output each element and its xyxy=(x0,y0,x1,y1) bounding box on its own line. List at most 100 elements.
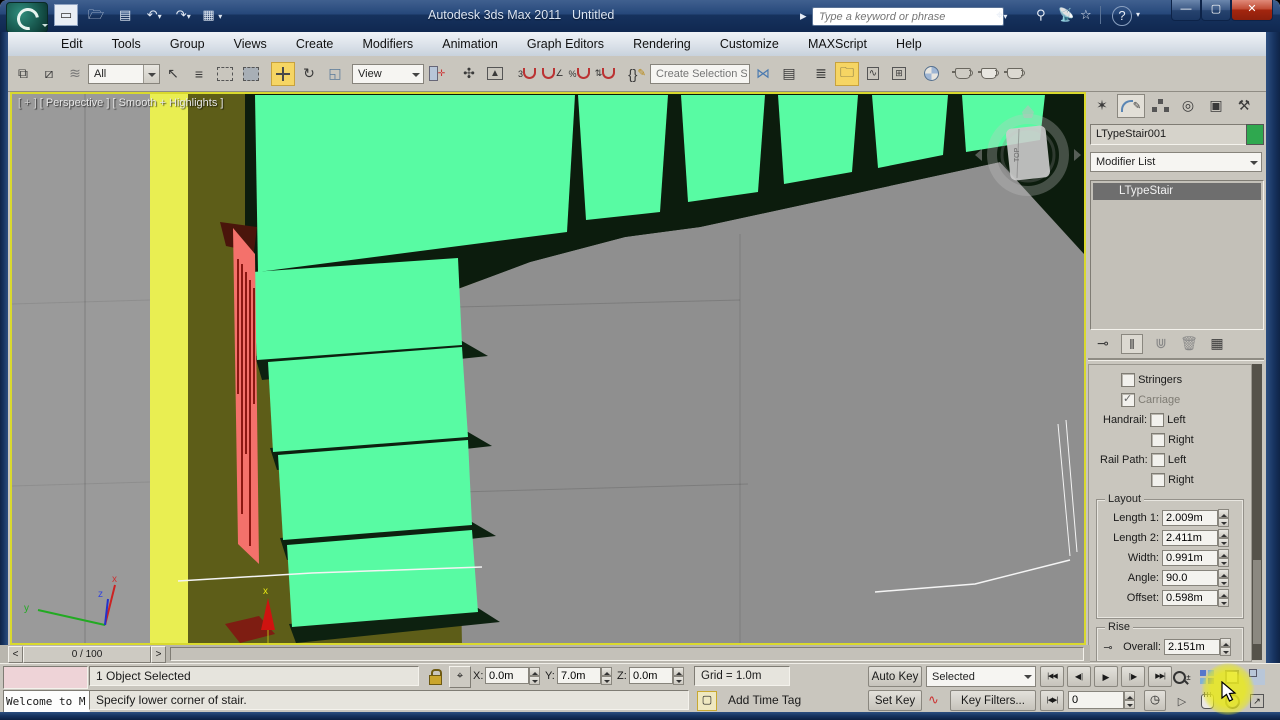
modifier-stack-item[interactable]: LTypeStair xyxy=(1093,183,1261,200)
rail-path-right-checkbox[interactable] xyxy=(1151,473,1165,487)
offset-field[interactable] xyxy=(1162,590,1218,606)
pin-stack-icon[interactable]: ⊸ xyxy=(1093,334,1113,352)
menu-rendering[interactable]: Rendering xyxy=(620,32,704,56)
keyboard-shortcut-override-icon[interactable]: ▲ xyxy=(483,62,507,86)
maxscript-listener-pink[interactable] xyxy=(3,666,88,689)
select-object-icon[interactable]: ↖ xyxy=(161,62,185,86)
menu-customize[interactable]: Customize xyxy=(707,32,792,56)
use-pivot-point-center-icon[interactable]: ✛ xyxy=(425,62,449,86)
select-and-manipulate-icon[interactable]: ✣ xyxy=(457,62,481,86)
favorites-star-icon[interactable]: ☆ xyxy=(1080,7,1092,23)
set-key-button[interactable]: Set Key xyxy=(868,690,922,711)
window-crossing-icon[interactable] xyxy=(239,62,263,86)
rectangular-selection-region-icon[interactable] xyxy=(213,62,237,86)
mirror-icon[interactable]: ⋈ xyxy=(751,62,775,86)
add-time-tag[interactable]: Add Time Tag xyxy=(722,691,832,709)
rise-pin-icon[interactable]: ⊸ xyxy=(1100,639,1116,655)
new-scene-icon[interactable]: ▭ xyxy=(54,4,78,26)
material-editor-icon[interactable] xyxy=(919,62,943,86)
select-and-move-icon[interactable] xyxy=(271,61,295,86)
overall-spinner[interactable] xyxy=(1220,638,1231,656)
menu-create[interactable]: Create xyxy=(283,32,347,56)
play-button[interactable]: ▶ xyxy=(1094,666,1118,687)
align-icon[interactable]: ▤ xyxy=(777,62,801,86)
redo-icon[interactable]: ↷▾ xyxy=(172,5,194,25)
subscription-satellite-icon[interactable]: 📡 xyxy=(1058,7,1074,23)
previous-frame-button[interactable]: ◀| xyxy=(1067,666,1091,687)
menu-animation[interactable]: Animation xyxy=(429,32,511,56)
offset-spinner[interactable] xyxy=(1218,589,1229,607)
schematic-view-icon[interactable]: ⊞ xyxy=(887,62,911,86)
project-folder-icon[interactable]: ▦ ▾ xyxy=(201,5,223,25)
select-by-name-icon[interactable]: ≡ xyxy=(187,62,211,86)
modifier-stack[interactable]: LTypeStair xyxy=(1090,180,1264,330)
handrail-left-checkbox[interactable] xyxy=(1150,413,1165,427)
viewport-pov-menu[interactable]: [ Perspective ] xyxy=(40,97,110,109)
scrollbar-thumb[interactable] xyxy=(1253,560,1261,644)
viewport-canvas[interactable]: x x y z TOP xyxy=(11,94,1086,645)
search-jump-icon[interactable]: ▸ xyxy=(800,8,807,24)
width-spinner[interactable] xyxy=(1218,549,1229,567)
z-spinner[interactable] xyxy=(673,667,684,685)
bind-to-space-warp-icon[interactable]: ≋ xyxy=(63,62,87,86)
track-bar[interactable] xyxy=(170,647,1084,661)
zoom-icon[interactable]: ± xyxy=(1171,666,1193,688)
open-file-icon[interactable]: 🗁 xyxy=(85,5,107,25)
close-button[interactable]: ✕ xyxy=(1231,0,1273,21)
menu-modifiers[interactable]: Modifiers xyxy=(349,32,426,56)
perspective-viewport[interactable]: x x y z TOP [+] [Perspective] [Smoo… xyxy=(10,92,1086,645)
select-and-link-icon[interactable]: ⧉ xyxy=(11,62,35,86)
x-spinner[interactable] xyxy=(529,667,540,685)
layer-manager-icon[interactable]: ≣ xyxy=(809,62,833,86)
help-icon[interactable]: ? xyxy=(1112,6,1132,26)
x-coordinate-field[interactable] xyxy=(485,667,529,684)
next-frame-button[interactable]: |▶ xyxy=(1121,666,1145,687)
menu-tools[interactable]: Tools xyxy=(99,32,154,56)
menu-group[interactable]: Group xyxy=(157,32,218,56)
undo-icon[interactable]: ↶▾ xyxy=(143,5,165,25)
viewport-label[interactable]: [ + ] [ Perspective ] [ Smooth + Highlig… xyxy=(18,97,223,109)
field-of-view-icon[interactable]: ▷ xyxy=(1171,690,1193,712)
save-file-icon[interactable]: ▤ xyxy=(114,5,136,25)
key-mode-dropdown[interactable]: Selected xyxy=(926,666,1036,687)
current-frame-field[interactable] xyxy=(1068,691,1124,709)
unlink-selection-icon[interactable]: ⧄ xyxy=(37,62,61,86)
remove-modifier-icon[interactable]: 🗑 xyxy=(1179,334,1199,352)
named-selection-set-combobox[interactable] xyxy=(650,63,750,84)
new-key-curve-icon[interactable]: ∿ xyxy=(928,692,946,710)
carriage-checkbox[interactable] xyxy=(1121,392,1135,407)
stringers-checkbox[interactable] xyxy=(1121,373,1135,387)
selection-filter-dropdown[interactable]: All xyxy=(88,63,160,84)
modifier-list-dropdown[interactable]: Modifier List xyxy=(1090,152,1262,172)
key-filters-button[interactable]: Key Filters... xyxy=(950,690,1036,711)
length1-spinner[interactable] xyxy=(1218,509,1229,527)
search-binoculars-icon[interactable]: ⌖▾ xyxy=(996,7,1007,23)
frame-spinner[interactable] xyxy=(1124,691,1135,709)
reference-coordinate-dropdown[interactable]: View xyxy=(352,63,424,84)
absolute-mode-icon[interactable]: ⌖ xyxy=(449,666,471,688)
communication-key-icon[interactable]: ⚲ xyxy=(1036,7,1046,23)
object-color-swatch[interactable] xyxy=(1246,124,1264,145)
time-configuration-icon[interactable]: ◷ xyxy=(1144,690,1166,711)
y-spinner[interactable] xyxy=(601,667,612,685)
angle-snap-icon[interactable]: ∠ xyxy=(541,62,565,86)
tab-display-icon[interactable]: ▣ xyxy=(1203,94,1229,116)
width-field[interactable] xyxy=(1162,550,1218,566)
make-unique-icon[interactable]: ⋓ xyxy=(1151,334,1171,352)
maximize-button[interactable]: ▢ xyxy=(1201,0,1231,21)
time-slider-handle[interactable]: 0 / 100 xyxy=(23,646,151,663)
menu-edit[interactable]: Edit xyxy=(48,32,96,56)
spinner-snap-icon[interactable]: ⇅ xyxy=(593,62,617,86)
rail-path-left-checkbox[interactable] xyxy=(1150,453,1165,467)
tab-create-icon[interactable]: ✶ xyxy=(1089,94,1115,116)
selection-lock-icon[interactable] xyxy=(425,666,445,686)
angle-spinner[interactable] xyxy=(1218,569,1229,587)
menu-graph-editors[interactable]: Graph Editors xyxy=(514,32,617,56)
help-chevron-icon[interactable]: ▾ xyxy=(1136,10,1140,19)
auto-key-button[interactable]: Auto Key xyxy=(868,666,922,687)
tab-modify-icon[interactable]: ✎ xyxy=(1117,94,1145,118)
render-setup-icon[interactable] xyxy=(951,62,975,86)
y-coordinate-field[interactable] xyxy=(557,667,601,684)
viewport-shading-menu[interactable]: [ Smooth + Highlights ] xyxy=(112,97,223,109)
render-production-icon[interactable] xyxy=(1003,62,1027,86)
